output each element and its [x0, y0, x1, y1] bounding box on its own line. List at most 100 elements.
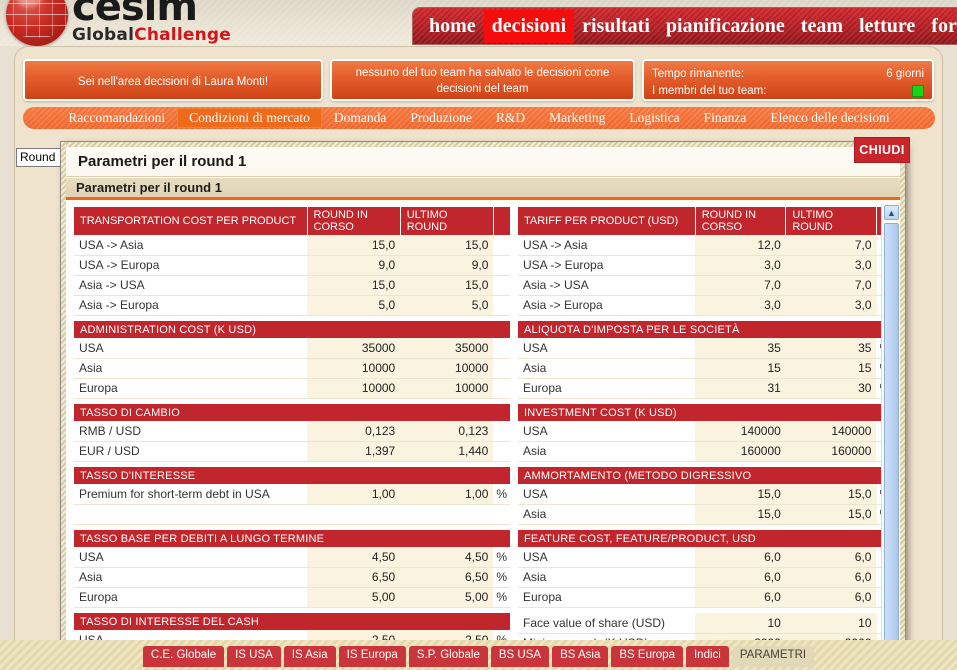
parameter-table: AMMORTAMENTO (METODO DIGRESSIVO USA 15,0 15… [518, 467, 881, 530]
cell-last-round: 6,50 [400, 567, 494, 588]
cell-last-round: 10000 [400, 358, 494, 379]
row-label: RMB / USD [74, 421, 307, 442]
row-label: Europa [74, 378, 308, 399]
table-row: USA -> Europa 3,0 3,0 [518, 255, 881, 276]
table-section-row: TASSO DI CAMBIO [74, 404, 510, 421]
table-row: USA -> Asia 12,0 7,0 [518, 235, 881, 256]
table-section-row: TASSO DI INTERESSE DEL CASH [74, 613, 510, 630]
nav-item-letture[interactable]: letture [851, 10, 923, 43]
cell-last-round: 140000 [785, 421, 877, 442]
brand-name-bottom: GlobalChallenge [72, 27, 231, 44]
table-section-header: ADMINISTRATION COST (K USD) [74, 321, 510, 338]
table-row [74, 504, 510, 525]
col-header-current: ROUND IN CORSO [307, 207, 401, 235]
nav-item-risultati[interactable]: risultati [574, 10, 658, 43]
cell-last-round: 3,0 [785, 295, 877, 316]
table-row: Asia 6,50 6,50% [74, 567, 510, 588]
subnav-item-finanza[interactable]: Finanza [692, 108, 759, 129]
brand-logo[interactable]: cesim GlobalChallenge [6, 0, 231, 46]
parameters-sheet: TRANSPORTATION COST PER PRODUCT ROUND IN … [66, 203, 900, 660]
sheet-scroll-area[interactable]: TRANSPORTATION COST PER PRODUCT ROUND IN … [66, 203, 881, 660]
nav-item-decisioni[interactable]: decisioni [483, 9, 575, 43]
cell-unit [493, 295, 510, 316]
bottom-tab-bs-asia[interactable]: BS Asia [552, 646, 609, 667]
table-section-row: FEATURE COST, FEATURE/PRODUCT, USD [518, 530, 881, 547]
parameter-table: TARIFF PER PRODUCT (USD) ROUND IN CORSO UL… [518, 207, 881, 321]
cell-last-round: 15 [785, 358, 877, 379]
bottom-tab-indici[interactable]: Indici [685, 646, 729, 667]
subnav-item-rd[interactable]: R&D [484, 108, 537, 129]
table-row: USA15,015,0% [518, 484, 881, 505]
row-label: USA -> Europa [74, 255, 308, 276]
scrollbar-thumb[interactable] [884, 223, 899, 660]
table-section-row: ALIQUOTA D'IMPOSTA PER LE SOCIETÀ [518, 321, 881, 338]
subnav-item-produzione[interactable]: Produzione [398, 108, 484, 129]
subnav-item-elenco-delle-decisioni[interactable]: Elenco delle decisioni [758, 108, 901, 129]
info-time-remaining-value: 6 giorni [886, 68, 924, 80]
cell-last-round: 6,0 [785, 547, 877, 568]
modal-body: Parametri per il round 1 Parametri per i… [66, 147, 900, 660]
parameter-table: TASSO BASE PER DEBITI A LUNGO TERMINE USA… [74, 530, 510, 613]
table-row: Europa 6,0 6,0 [518, 587, 881, 608]
bottom-tab-is-europa[interactable]: IS Europa [338, 646, 406, 667]
subnav-item-logistica[interactable]: Logistica [617, 108, 691, 129]
bottom-tab-bs-europa[interactable]: BS Europa [611, 646, 683, 667]
subnav-item-domanda[interactable]: Domanda [322, 108, 398, 129]
chevron-up-icon[interactable]: ▲ [884, 205, 899, 220]
cell-current-round: 5,0 [307, 295, 401, 316]
bottom-tab-parametri[interactable]: PARAMETRI [731, 646, 815, 667]
parameter-table: ADMINISTRATION COST (K USD) USA 35000 35000… [74, 321, 510, 404]
cell-unit [493, 255, 510, 276]
subnav-item-marketing[interactable]: Marketing [537, 108, 617, 129]
row-label: Asia [74, 358, 308, 379]
row-label: Asia [518, 358, 696, 379]
table-section-header: TRANSPORTATION COST PER PRODUCT [74, 207, 308, 235]
cell-last-round: 160000 [785, 441, 877, 462]
nav-item-team[interactable]: team [793, 10, 851, 43]
cell-current-round: 3,0 [695, 255, 786, 276]
cell-unit [493, 504, 510, 525]
cell-unit: % [493, 547, 510, 568]
table-row: Asia -> USA 15,0 15,0 [74, 275, 510, 296]
bottom-tab-s-p-globale[interactable]: S.P. Globale [408, 646, 488, 667]
table-section-header: TASSO DI CAMBIO [74, 404, 510, 421]
table-row: Asia -> Europa 3,0 3,0 [518, 295, 881, 316]
cell-current-round: 6,0 [695, 547, 786, 568]
table-row: USA 4,50 4,50% [74, 547, 510, 568]
cell-current-round: 10000 [307, 378, 401, 399]
row-label: Asia -> USA [518, 275, 696, 296]
table-section-header: TASSO BASE PER DEBITI A LUNGO TERMINE [74, 530, 510, 547]
table-row: Asia -> Europa 5,0 5,0 [74, 295, 510, 316]
row-label: Asia [518, 567, 696, 588]
nav-item-home[interactable]: home [421, 10, 484, 43]
table-row: USA 140000 140000 [518, 421, 881, 442]
close-button[interactable]: CHIUDI [854, 137, 910, 163]
bottom-tab-bs-usa[interactable]: BS USA [490, 646, 550, 667]
table-section-header: AMMORTAMENTO (METODO DIGRESSIVO [518, 467, 881, 484]
cell-last-round: 5,00 [400, 587, 494, 608]
cell-last-round: 7,0 [785, 235, 877, 256]
table-row: EUR / USD 1,397 1,440 [74, 441, 510, 462]
table-section-header: INVESTMENT COST (K USD) [518, 404, 881, 421]
table-section-header: ALIQUOTA D'IMPOSTA PER LE SOCIETÀ [518, 321, 881, 338]
cell-last-round: 6,0 [785, 567, 877, 588]
subnav-item-condizioni-di-mercato[interactable]: Condizioni di mercato [177, 107, 322, 129]
table-row: Asia 6,0 6,0 [518, 567, 881, 588]
row-label: USA -> Asia [518, 235, 696, 256]
table-section-header: FEATURE COST, FEATURE/PRODUCT, USD [518, 530, 881, 547]
bottom-tab-c-e-globale[interactable]: C.E. Globale [142, 646, 225, 667]
cell-last-round: 10000 [400, 378, 494, 399]
info-box-user: Sei nell'area decisioni di Laura Monti! [23, 59, 323, 101]
vertical-scrollbar[interactable]: ▲ ▼ [881, 203, 900, 660]
nav-item-pianificazione[interactable]: pianificazione [658, 10, 793, 43]
cell-current-round: 160000 [695, 441, 786, 462]
modal-title-bar: Parametri per il round 1 [66, 147, 900, 177]
bottom-tab-is-usa[interactable]: IS USA [227, 646, 281, 667]
bottom-tab-is-asia[interactable]: IS Asia [283, 646, 336, 667]
subnav-item-raccomandazioni[interactable]: Raccomandazioni [56, 108, 177, 129]
cell-last-round: 6,0 [785, 587, 877, 608]
nav-item-forum[interactable]: forum [923, 10, 957, 43]
globe-icon [6, 0, 68, 46]
table-row: Asia1515% [518, 358, 881, 379]
table-row: Asia 10000 10000 [74, 358, 510, 379]
